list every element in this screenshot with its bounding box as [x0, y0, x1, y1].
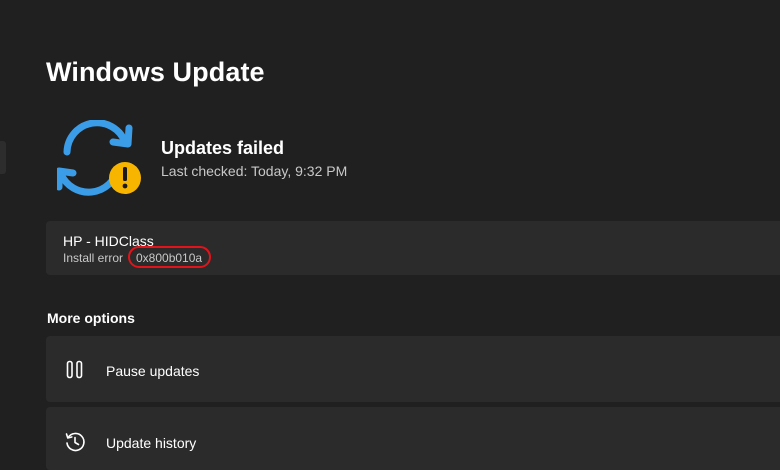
nav-pane-edge[interactable]: [0, 141, 6, 174]
windows-update-page: Windows Update Updates failed Last check…: [0, 0, 780, 470]
sync-warning-icon: [55, 119, 143, 196]
history-icon: [64, 431, 86, 453]
update-history-option[interactable]: Update history: [46, 407, 780, 470]
install-error-label: Install error: [63, 251, 124, 265]
status-title: Updates failed: [161, 138, 285, 158]
error-code-highlight: [128, 246, 211, 268]
last-checked-text: Last checked: Today, 9:32 PM: [161, 163, 348, 179]
update-history-label: Update history: [106, 435, 197, 451]
pause-updates-option[interactable]: Pause updates: [46, 336, 780, 402]
pause-icon: [64, 359, 86, 381]
pause-updates-label: Pause updates: [106, 363, 200, 379]
more-options-heading: More options: [47, 310, 135, 326]
page-title: Windows Update: [46, 57, 265, 87]
